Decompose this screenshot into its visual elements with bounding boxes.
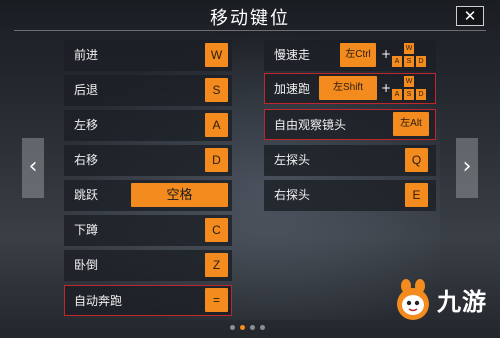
keybind-row-sprint[interactable]: 加速跑 左Shift + W A S D	[264, 73, 436, 104]
plus-sign: +	[381, 47, 392, 61]
key-button[interactable]: Q	[405, 148, 428, 172]
keybind-label: 加速跑	[274, 82, 311, 96]
key-button[interactable]: =	[205, 288, 228, 312]
keybind-label: 卧倒	[74, 258, 99, 272]
keybind-label: 左移	[74, 118, 99, 132]
mini-key: D	[416, 56, 426, 67]
keybind-label: 前进	[74, 48, 99, 62]
keybind-label: 右移	[74, 153, 99, 167]
page-dot[interactable]	[260, 325, 265, 330]
keybind-label: 跳跃	[74, 188, 99, 202]
key-button[interactable]: 空格	[131, 183, 228, 207]
keybind-label: 慢速走	[274, 48, 311, 62]
keybind-row-auto-run[interactable]: 自动奔跑 =	[64, 285, 232, 316]
keybind-label: 自动奔跑	[74, 294, 123, 308]
keybind-label: 左探头	[274, 153, 311, 167]
close-button[interactable]: ✕	[456, 6, 484, 26]
mini-key: A	[392, 89, 402, 100]
keybind-row-prone[interactable]: 卧倒 Z	[64, 250, 232, 281]
keybind-row-left[interactable]: 左移 A	[64, 110, 232, 141]
page-dot[interactable]	[230, 325, 235, 330]
key-button[interactable]: W	[205, 43, 228, 67]
next-page-arrow-icon[interactable]: ›	[456, 138, 478, 198]
page-title: 移动键位	[210, 8, 290, 29]
keybind-row-crouch[interactable]: 下蹲 C	[64, 215, 232, 246]
mini-key: S	[404, 89, 414, 100]
mini-key: D	[416, 89, 426, 100]
watermark: 九游	[393, 278, 497, 322]
wasd-key-group: W A S D	[392, 43, 426, 69]
keybind-row-jump[interactable]: 跳跃 空格	[64, 180, 232, 211]
mini-key: A	[392, 56, 402, 67]
prev-page-arrow-icon[interactable]: ‹	[22, 138, 44, 198]
key-button[interactable]: S	[205, 78, 228, 102]
key-button[interactable]: 左Ctrl	[340, 43, 376, 67]
key-button[interactable]: C	[205, 218, 228, 242]
mini-key: W	[404, 43, 414, 54]
pagination-dots	[230, 325, 270, 331]
keybind-row-lean-left[interactable]: 左探头 Q	[264, 145, 436, 176]
keybind-row-back[interactable]: 后退 S	[64, 75, 232, 106]
keybind-row-forward[interactable]: 前进 W	[64, 40, 232, 71]
keybind-label: 右探头	[274, 188, 311, 202]
watermark-text: 九游	[437, 288, 487, 316]
wasd-key-group: W A S D	[392, 76, 426, 102]
key-button[interactable]: D	[205, 148, 228, 172]
page-dot-active[interactable]	[240, 325, 245, 330]
keybind-row-walk-slow[interactable]: 慢速走 左Ctrl + W A S D	[264, 40, 436, 71]
mini-key: S	[404, 56, 414, 67]
keybind-label: 下蹲	[74, 223, 99, 237]
key-button[interactable]: 左Alt	[393, 112, 429, 136]
mini-key: W	[404, 76, 414, 87]
keybind-label: 自由观察镜头	[274, 118, 347, 132]
keybind-row-right[interactable]: 右移 D	[64, 145, 232, 176]
key-button[interactable]: 左Shift	[319, 76, 377, 100]
keybind-row-lean-right[interactable]: 右探头 E	[264, 180, 436, 211]
plus-sign: +	[381, 81, 392, 95]
keybind-label: 后退	[74, 83, 99, 97]
key-button[interactable]: Z	[205, 253, 228, 277]
mascot-logo-icon	[397, 279, 429, 320]
header-divider	[14, 30, 486, 31]
key-button[interactable]: E	[405, 183, 428, 207]
key-button[interactable]: A	[205, 113, 228, 137]
keybind-row-free-look[interactable]: 自由观察镜头 左Alt	[264, 109, 436, 140]
page-dot[interactable]	[250, 325, 255, 330]
